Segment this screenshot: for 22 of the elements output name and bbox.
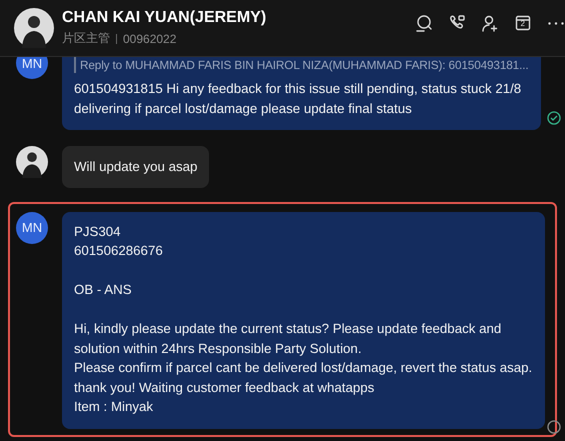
add-user-button[interactable]: [481, 14, 499, 32]
contact-name: CHAN KAI YUAN(JEREMY): [62, 9, 268, 27]
search-button[interactable]: [415, 14, 433, 32]
add-user-icon: [481, 14, 499, 32]
reply-quote: Reply to MUHAMMAD FARIS BIN HAIROL NIZA(MUHAMMAD FARIS): 60150493181...: [74, 57, 529, 73]
message-text: Please confirm if parcel cant be delivered lost/damage, revert the status asap. thank you! Waiting customer feedback at whatapps: [74, 359, 533, 397]
calendar-date: 2: [520, 19, 525, 28]
message-text: 601506286676: [74, 242, 164, 260]
contact-role: 片区主管: [62, 30, 110, 47]
message-text: Hi, kindly please update the current status? Please update feedback and solution within 24hrs Responsible Party Solution.: [74, 320, 502, 358]
avatar: [14, 8, 54, 48]
message-text: OB - ANS: [74, 281, 133, 299]
calendar-button[interactable]: 2: [514, 14, 532, 32]
more-icon: [548, 22, 564, 24]
avatar: [16, 146, 48, 178]
contact-id: 00962022: [123, 32, 176, 46]
message-text: 601504931815 Hi any feedback for this issue still pending, status stuck 21/8 delivering if parcel lost/damage please update final status: [74, 80, 522, 118]
avatar: MN: [16, 212, 48, 244]
message-text: Will update you asap: [74, 158, 198, 176]
message-text: Item : Minyak: [74, 398, 154, 416]
message-text: PJS304: [74, 222, 122, 240]
search-icon: [415, 14, 433, 32]
